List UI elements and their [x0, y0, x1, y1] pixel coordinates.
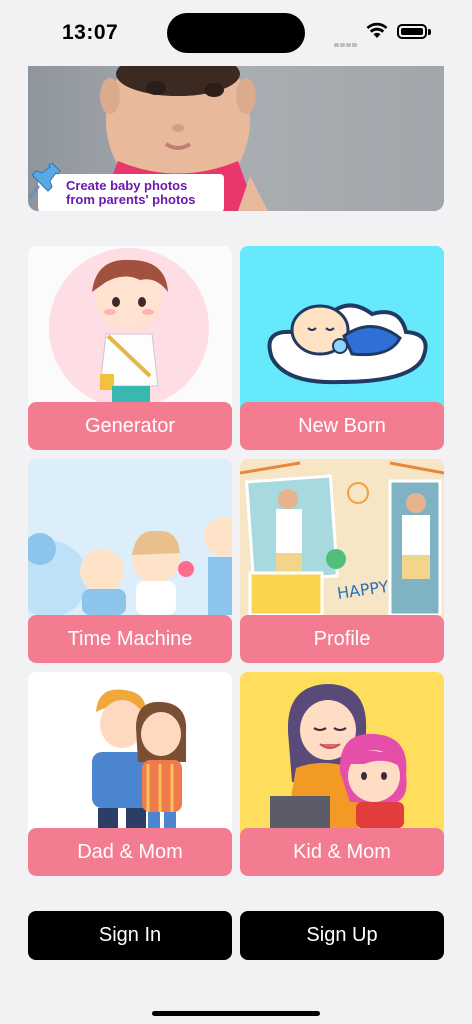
feature-label-time-machine: Time Machine [28, 615, 232, 663]
cellular-signal-icon [334, 34, 358, 52]
banner-caption-line2: from parents' photos [66, 192, 196, 207]
feature-tile-new-born[interactable]: New Born [240, 246, 444, 450]
feature-tile-time-machine[interactable]: Time Machine [28, 459, 232, 663]
pushpin-icon [28, 163, 61, 199]
app-screen: 13:07 Create baby photos from parents' p… [0, 0, 472, 1024]
dynamic-island [167, 13, 305, 53]
home-indicator[interactable] [152, 1011, 320, 1016]
sign-up-button[interactable]: Sign Up [240, 911, 444, 960]
feature-tile-kid-and-mom[interactable]: Kid & Mom [240, 672, 444, 876]
feature-label-profile: Profile [240, 615, 444, 663]
profile-illustration: HAPPY [240, 459, 444, 615]
status-time: 13:07 [62, 21, 119, 44]
wifi-icon [366, 22, 388, 44]
banner-caption: Create baby photos from parents' photos [38, 174, 224, 211]
feature-label-generator: Generator [28, 402, 232, 450]
battery-icon [397, 24, 427, 39]
time-machine-illustration [28, 517, 232, 615]
promo-banner[interactable]: Create baby photos from parents' photos [28, 66, 444, 211]
new-born-illustration [267, 303, 428, 385]
generator-illustration [49, 248, 209, 402]
feature-label-new-born: New Born [240, 402, 444, 450]
feature-tile-dad-and-mom[interactable]: Dad & Mom [28, 672, 232, 876]
status-bar: 13:07 [0, 0, 472, 64]
sign-in-button[interactable]: Sign In [28, 911, 232, 960]
banner-caption-line1: Create baby photos [66, 178, 188, 193]
battery-tip [428, 29, 431, 35]
feature-label-kid-and-mom: Kid & Mom [240, 828, 444, 876]
kid-and-mom-illustration [270, 684, 407, 828]
dad-and-mom-illustration [92, 689, 187, 828]
feature-label-dad-and-mom: Dad & Mom [28, 828, 232, 876]
feature-tile-profile[interactable]: HAPPY Profile [240, 459, 444, 663]
feature-tile-generator[interactable]: Generator [28, 246, 232, 450]
